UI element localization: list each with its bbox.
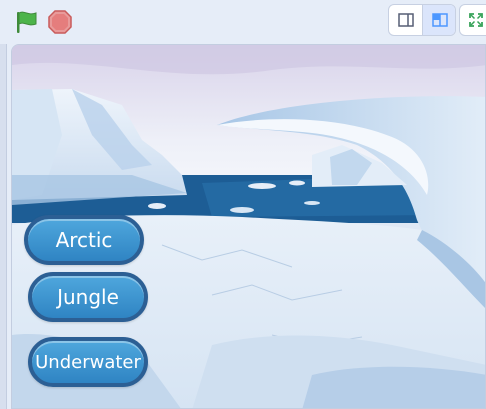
stop-sign-icon[interactable] xyxy=(48,10,72,34)
green-flag-icon[interactable] xyxy=(14,10,40,34)
underwater-button[interactable]: Underwater xyxy=(28,337,148,387)
jungle-button[interactable]: Jungle xyxy=(28,272,148,322)
arctic-button[interactable]: Arctic xyxy=(24,215,144,265)
fullscreen-icon[interactable] xyxy=(459,4,486,36)
normal-stage-icon[interactable] xyxy=(422,5,455,35)
small-stage-icon[interactable] xyxy=(389,5,423,35)
sprite-pane-edge xyxy=(0,44,7,409)
stage-size-toggle xyxy=(388,4,456,36)
stage-toolbar xyxy=(0,0,486,44)
stage-canvas[interactable]: Arctic Jungle Underwater xyxy=(11,44,486,409)
